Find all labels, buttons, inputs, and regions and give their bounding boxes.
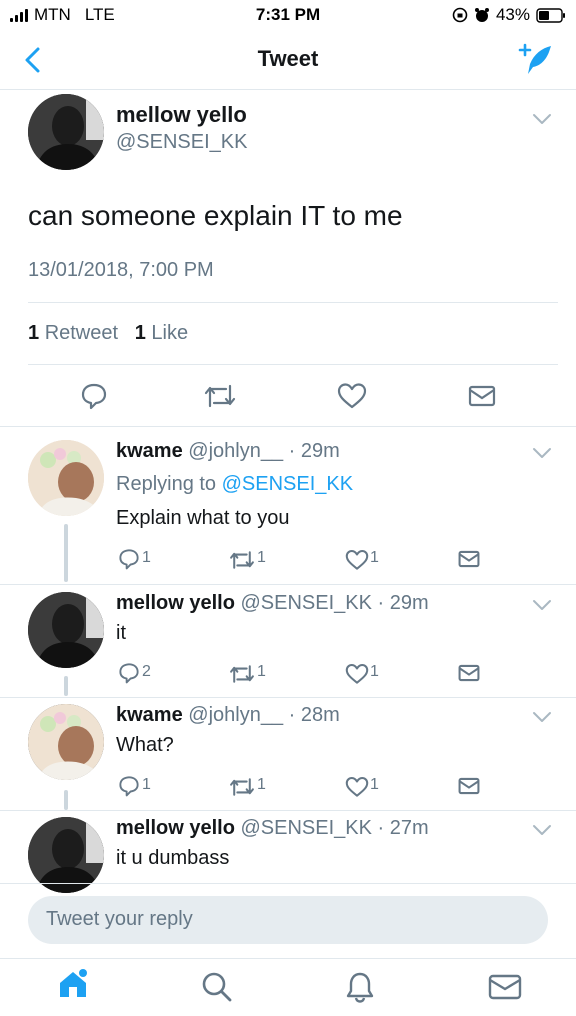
chevron-down-icon[interactable]: [532, 112, 552, 126]
author-handle[interactable]: @johlyn__: [188, 704, 283, 726]
retweet-count: 1: [257, 663, 266, 680]
divider: [0, 584, 576, 585]
avatar[interactable]: [28, 704, 104, 780]
thread-line: [64, 676, 68, 696]
like-label: Like: [151, 322, 189, 344]
retweet-count: 1: [257, 776, 266, 793]
reply-text: it u dumbass: [116, 847, 230, 869]
reply-header: mellow yello @SENSEI_KK · 27m: [116, 817, 429, 840]
author-name[interactable]: mellow yello: [116, 102, 247, 128]
tab-bar: [0, 959, 576, 1016]
divider: [0, 426, 576, 427]
divider: [0, 883, 576, 884]
divider: [28, 302, 558, 303]
tweet-stats: 1 Retweet 1 Like: [28, 322, 188, 345]
messages-icon[interactable]: [488, 973, 522, 1001]
reply-count: 1: [142, 776, 151, 793]
like-count: 1: [370, 776, 379, 793]
direct-message-icon[interactable]: [468, 384, 496, 408]
retweet-count: 1: [28, 322, 40, 344]
status-bar: MTN LTE 7:31 PM 43%: [0, 0, 576, 32]
heart-icon[interactable]: [345, 776, 369, 798]
retweet-icon[interactable]: [202, 382, 238, 410]
divider: [0, 697, 576, 698]
reply-text: What?: [116, 734, 174, 756]
reply-header: mellow yello @SENSEI_KK · 29m: [116, 592, 429, 615]
battery-percent: 43%: [495, 5, 530, 24]
replying-prefix: Replying to: [116, 473, 217, 495]
compose-tweet-icon[interactable]: [516, 42, 554, 78]
replying-to: Replying to @SENSEI_KK: [116, 473, 353, 496]
reply-icon[interactable]: [118, 662, 140, 684]
home-icon[interactable]: [56, 967, 90, 1001]
like-count: 1: [370, 663, 379, 680]
chevron-down-icon[interactable]: [532, 823, 552, 837]
reply-time: · 29m: [377, 592, 429, 614]
chevron-down-icon[interactable]: [532, 710, 552, 724]
author-name[interactable]: mellow yello: [116, 817, 235, 839]
author-handle[interactable]: @johlyn__: [188, 440, 283, 462]
reply-header: kwame @johlyn__ · 28m: [116, 704, 340, 727]
tweet-timestamp: 13/01/2018, 7:00 PM: [28, 259, 214, 281]
author-name[interactable]: kwame: [116, 704, 183, 726]
like-count: 1: [370, 549, 379, 566]
page-title: Tweet: [257, 46, 319, 71]
avatar[interactable]: [28, 440, 104, 516]
thread-line: [64, 524, 68, 582]
direct-message-icon[interactable]: [458, 663, 480, 683]
reply-time: · 27m: [377, 817, 429, 839]
reply-count: 2: [142, 663, 151, 680]
heart-icon[interactable]: [345, 663, 369, 685]
reply-time: · 29m: [288, 440, 340, 462]
retweet-icon[interactable]: [228, 776, 256, 798]
retweet-stat[interactable]: 1 Retweet: [28, 322, 118, 344]
avatar[interactable]: [28, 94, 104, 170]
reply-time: · 28m: [288, 704, 340, 726]
divider: [28, 364, 558, 365]
alarm-icon: [474, 8, 489, 22]
reply-icon[interactable]: [118, 548, 140, 570]
avatar[interactable]: [28, 592, 104, 668]
reply-text: it: [116, 622, 126, 644]
reply-icon[interactable]: [118, 775, 140, 797]
author-name[interactable]: mellow yello: [116, 592, 235, 614]
notifications-icon[interactable]: [344, 971, 376, 1003]
like-stat[interactable]: 1 Like: [135, 322, 188, 344]
heart-icon[interactable]: [337, 382, 367, 410]
retweet-icon[interactable]: [228, 549, 256, 571]
author-handle[interactable]: @SENSEI_KK: [241, 592, 372, 614]
author-handle[interactable]: @SENSEI_KK: [241, 817, 372, 839]
battery-icon: [536, 7, 565, 23]
reply-text: Explain what to you: [116, 507, 290, 529]
replying-to-link[interactable]: @SENSEI_KK: [222, 473, 353, 495]
reply-count: 1: [142, 549, 151, 566]
thread-line: [64, 790, 68, 810]
direct-message-icon[interactable]: [458, 549, 480, 569]
avatar[interactable]: [28, 817, 104, 893]
heart-icon[interactable]: [345, 549, 369, 571]
orientation-lock-icon: [452, 7, 468, 23]
retweet-count: 1: [257, 549, 266, 566]
divider: [0, 810, 576, 811]
author-name[interactable]: kwame: [116, 440, 183, 462]
retweet-label: Retweet: [44, 322, 119, 344]
reply-header: kwame @johlyn__ · 29m: [116, 440, 340, 463]
chevron-down-icon[interactable]: [532, 598, 552, 612]
tweet-text: can someone explain IT to me: [28, 200, 403, 231]
like-count: 1: [134, 322, 146, 344]
chevron-down-icon[interactable]: [532, 446, 552, 460]
reply-icon[interactable]: [80, 382, 108, 410]
author-handle[interactable]: @SENSEI_KK: [116, 131, 247, 154]
search-icon[interactable]: [201, 971, 233, 1003]
direct-message-icon[interactable]: [458, 776, 480, 796]
nav-bar: Tweet: [0, 32, 576, 90]
reply-placeholder: Tweet your reply: [46, 908, 193, 930]
reply-input[interactable]: Tweet your reply: [28, 896, 548, 944]
retweet-icon[interactable]: [228, 663, 256, 685]
